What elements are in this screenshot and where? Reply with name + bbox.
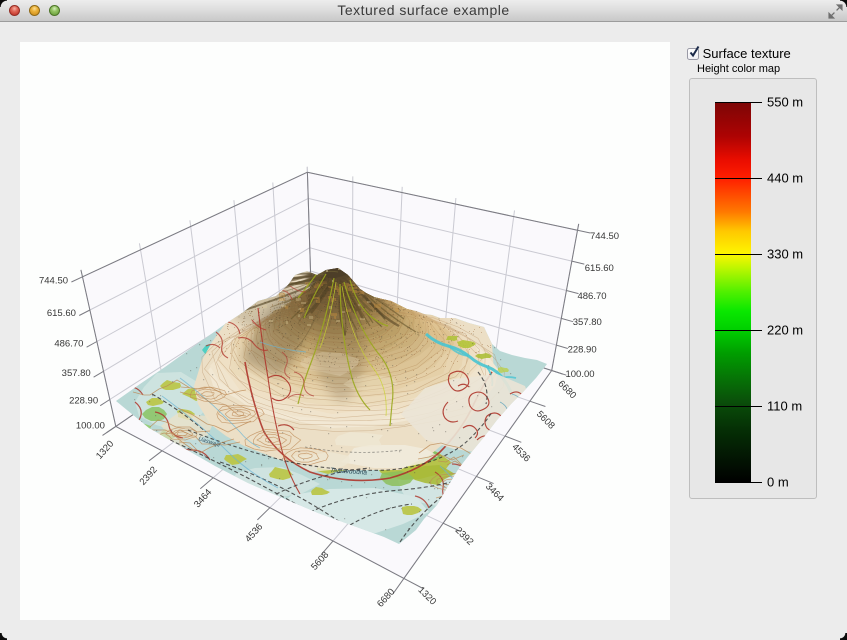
svg-text:744.50: 744.50: [39, 275, 68, 286]
svg-text:100.00: 100.00: [565, 369, 594, 380]
svg-text:615.60: 615.60: [47, 308, 76, 319]
svg-text:228.90: 228.90: [568, 344, 597, 355]
svg-text:3464: 3464: [483, 481, 506, 504]
svg-text:1320: 1320: [416, 585, 439, 608]
svg-text:4536: 4536: [243, 522, 265, 545]
svg-text:100.00: 100.00: [76, 421, 105, 432]
svg-text:2392: 2392: [138, 465, 160, 488]
svg-text:486.70: 486.70: [54, 339, 83, 350]
svg-text:228.90: 228.90: [69, 395, 98, 406]
svg-text:2392: 2392: [453, 525, 476, 548]
svg-text:6680: 6680: [375, 587, 397, 610]
svg-text:6680: 6680: [556, 378, 579, 401]
svg-text:357.80: 357.80: [573, 317, 602, 328]
svg-text:744.50: 744.50: [590, 231, 619, 242]
svg-text:4536: 4536: [510, 442, 533, 465]
svg-text:5608: 5608: [309, 550, 331, 573]
svg-text:357.80: 357.80: [62, 368, 91, 379]
svg-text:486.70: 486.70: [577, 291, 606, 302]
svg-text:3464: 3464: [192, 487, 214, 510]
svg-text:1320: 1320: [94, 439, 116, 462]
svg-text:615.60: 615.60: [585, 263, 614, 274]
svg-text:5608: 5608: [534, 409, 557, 432]
